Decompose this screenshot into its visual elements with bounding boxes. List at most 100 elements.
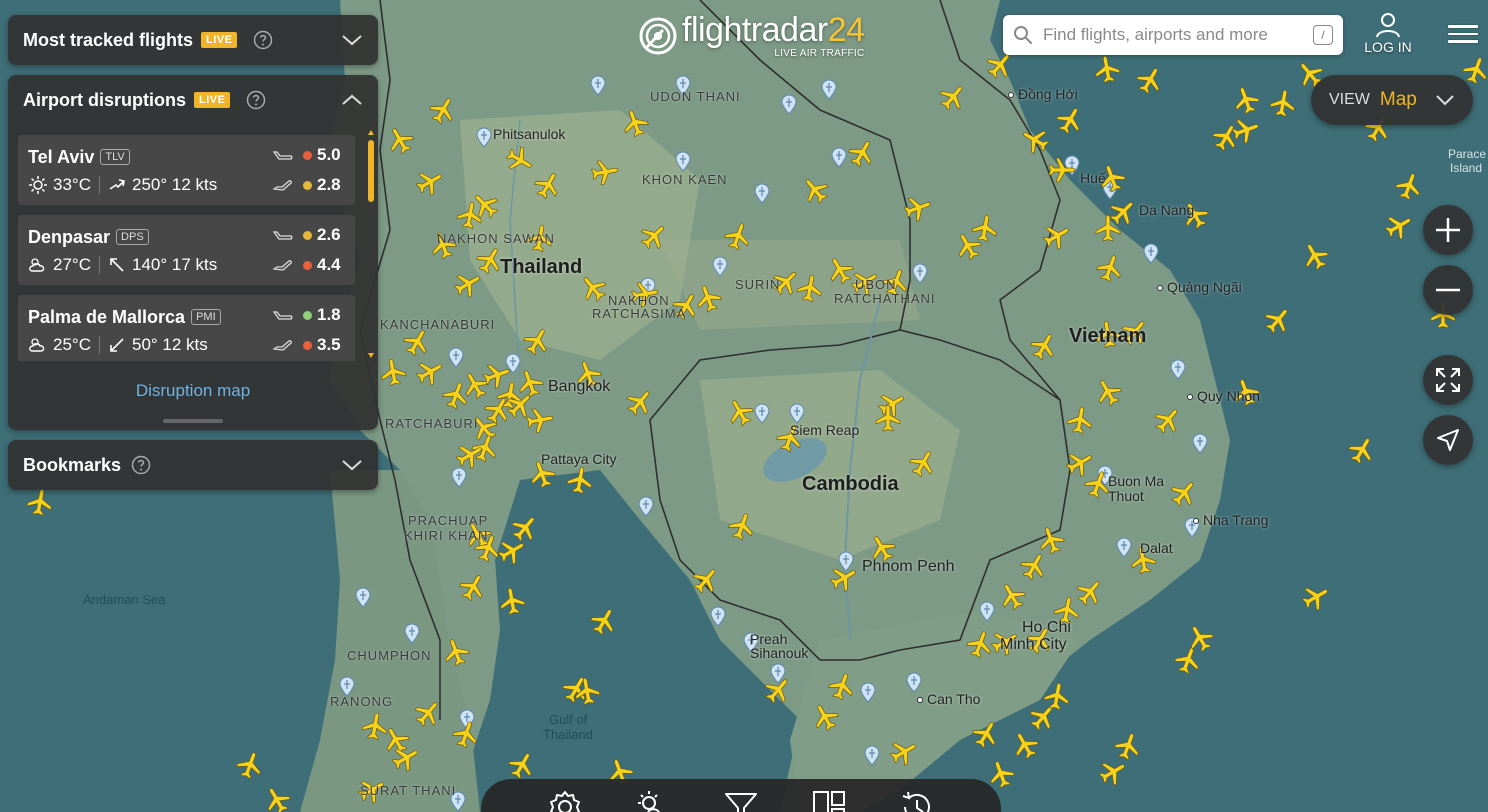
- help-icon[interactable]: [246, 90, 266, 110]
- chevron-down-icon[interactable]: [341, 33, 363, 47]
- arrival-status-dot: [303, 180, 312, 190]
- zoom-out-button[interactable]: [1423, 265, 1473, 315]
- disruption-map-link[interactable]: Disruption map: [8, 381, 378, 401]
- country-label-vietnam: Vietnam: [1069, 325, 1147, 347]
- filter-icon: [725, 793, 757, 812]
- departure-delay-value: 5.0: [317, 145, 341, 164]
- sun-icon: [29, 176, 47, 194]
- my-location-button[interactable]: [1423, 415, 1473, 465]
- sea-label-andaman: Andaman Sea: [83, 592, 166, 607]
- most-tracked-title: Most tracked flights: [23, 29, 194, 50]
- panel-resize-handle[interactable]: [163, 419, 223, 423]
- disruption-list-scrollbar[interactable]: [368, 130, 374, 360]
- most-tracked-header[interactable]: Most tracked flights LIVE: [8, 15, 378, 65]
- gear-icon: [550, 791, 580, 812]
- bookmarks-header[interactable]: Bookmarks: [8, 440, 378, 490]
- airport-wind: 140° 17 kts: [131, 255, 218, 274]
- view-label: VIEW: [1329, 91, 1370, 108]
- arrival-status-dot: [303, 260, 312, 270]
- airport-name: Tel Aviv: [28, 146, 95, 167]
- bookmarks-panel: Bookmarks: [8, 440, 378, 490]
- airport-wind: 50° 12 kts: [131, 335, 208, 354]
- region-label-prachuap-2: KHIRI KHAN: [404, 528, 489, 543]
- airport-code: TLV: [100, 149, 130, 165]
- airport-wind: 250° 12 kts: [131, 175, 218, 194]
- city-label-phnom-penh: Phnom Penh: [862, 558, 955, 575]
- search-box[interactable]: /: [1003, 15, 1343, 55]
- help-icon[interactable]: [253, 30, 273, 50]
- hamburger-menu-icon[interactable]: [1445, 20, 1481, 50]
- arrival-delay-index: 4.4: [273, 255, 345, 275]
- chevron-up-icon[interactable]: [341, 93, 363, 107]
- bottom-toolbar: [481, 779, 1001, 812]
- minus-icon: [1436, 288, 1460, 292]
- widgets-icon: [813, 791, 845, 812]
- city-label-bangkok: Bangkok: [548, 378, 611, 395]
- departure-delay-index: 2.6: [273, 225, 345, 245]
- brand-name: flightradar24: [682, 11, 865, 49]
- region-label-udon-thani: UDON THANI: [650, 89, 741, 104]
- airport-card-tel-aviv[interactable]: Tel Aviv TLV 33°C 250° 12 kts 5.0 2.8: [18, 135, 355, 205]
- airport-disruptions-header[interactable]: Airport disruptions LIVE: [8, 75, 378, 125]
- sea-label-paracel-1: Parace: [1448, 147, 1487, 161]
- live-badge: LIVE: [194, 92, 231, 108]
- playback-button[interactable]: [897, 789, 937, 812]
- user-icon: [1376, 13, 1400, 38]
- login-button[interactable]: LOG IN: [1360, 12, 1416, 55]
- departure-plane-icon: [273, 151, 293, 160]
- brand-tagline: LIVE AIR TRAFFIC: [774, 48, 865, 59]
- disruption-list[interactable]: Tel Aviv TLV 33°C 250° 12 kts 5.0 2.8 De…: [18, 135, 363, 361]
- chevron-down-icon[interactable]: [341, 458, 363, 472]
- airport-code: PMI: [191, 309, 221, 325]
- arrival-status-dot: [303, 340, 312, 350]
- city-label-preah-2: Sihanouk: [750, 645, 809, 661]
- help-icon[interactable]: [131, 455, 151, 475]
- city-label-nha-trang: Nha Trang: [1193, 512, 1268, 528]
- arrival-plane-icon: [273, 340, 292, 351]
- widgets-button[interactable]: [809, 789, 849, 812]
- partly-cloudy-icon: [29, 338, 45, 352]
- city-label-buon-ma-2: Thuot: [1108, 488, 1144, 504]
- departure-plane-icon: [273, 311, 293, 320]
- weather-button[interactable]: [633, 789, 673, 812]
- search-input[interactable]: [1043, 25, 1313, 45]
- partly-cloudy-icon: [29, 258, 45, 272]
- airport-temperature: 33°C: [53, 175, 91, 194]
- region-label-chumphon: CHUMPHON: [347, 648, 432, 663]
- view-mode-selector[interactable]: VIEW Map: [1311, 75, 1473, 125]
- wind-direction-icon: [110, 258, 124, 272]
- departure-status-dot: [303, 230, 312, 240]
- login-label: LOG IN: [1364, 39, 1412, 55]
- history-clock-icon: [902, 791, 930, 812]
- airport-temperature: 27°C: [53, 255, 91, 274]
- airport-name: Palma de Mallorca: [28, 306, 186, 327]
- region-label-kanchanaburi: KANCHANABURI: [380, 317, 496, 332]
- zoom-in-button[interactable]: [1423, 205, 1473, 255]
- city-label-siem-reap: Siem Reap: [790, 422, 860, 438]
- city-label-can-tho: Can Tho: [917, 691, 980, 707]
- flightradar24-logo[interactable]: flightradar24 LIVE AIR TRAFFIC: [638, 10, 865, 62]
- departure-delay-value: 2.6: [317, 225, 341, 244]
- chevron-down-icon: [1436, 95, 1454, 106]
- search-shortcut-key: /: [1313, 25, 1333, 45]
- region-label-nakhon-sawan: NAKHON SAWAN: [437, 231, 555, 246]
- region-label-prachuap-1: PRACHUAP: [408, 513, 489, 528]
- filter-button[interactable]: [721, 789, 761, 812]
- fullscreen-button[interactable]: [1423, 355, 1473, 405]
- settings-button[interactable]: [545, 789, 585, 812]
- city-label-ho-chi-1: Ho Chi: [1022, 619, 1071, 636]
- arrival-plane-icon: [273, 260, 292, 271]
- plus-icon: [1436, 218, 1460, 242]
- expand-icon: [1436, 368, 1460, 392]
- city-label-buon-ma-1: Buon Ma: [1108, 473, 1165, 489]
- city-label-pattaya: Pattaya City: [541, 451, 617, 467]
- region-label-ubon-1: UBON: [855, 277, 897, 292]
- wind-direction-icon: [109, 179, 125, 190]
- airport-card-denpasar[interactable]: Denpasar DPS 27°C 140° 17 kts 2.6 4.4: [18, 215, 355, 285]
- arrival-delay-value: 2.8: [317, 175, 341, 194]
- location-arrow-icon: [1437, 429, 1459, 451]
- region-label-ratchaburi: RATCHABURI: [385, 416, 479, 431]
- arrival-delay-value: 4.4: [317, 255, 341, 274]
- airport-disruptions-panel: Airport disruptions LIVE Tel Aviv TLV 33…: [8, 75, 378, 430]
- airport-card-palma-de-mallorca[interactable]: Palma de Mallorca PMI 25°C 50° 12 kts 1.…: [18, 295, 355, 361]
